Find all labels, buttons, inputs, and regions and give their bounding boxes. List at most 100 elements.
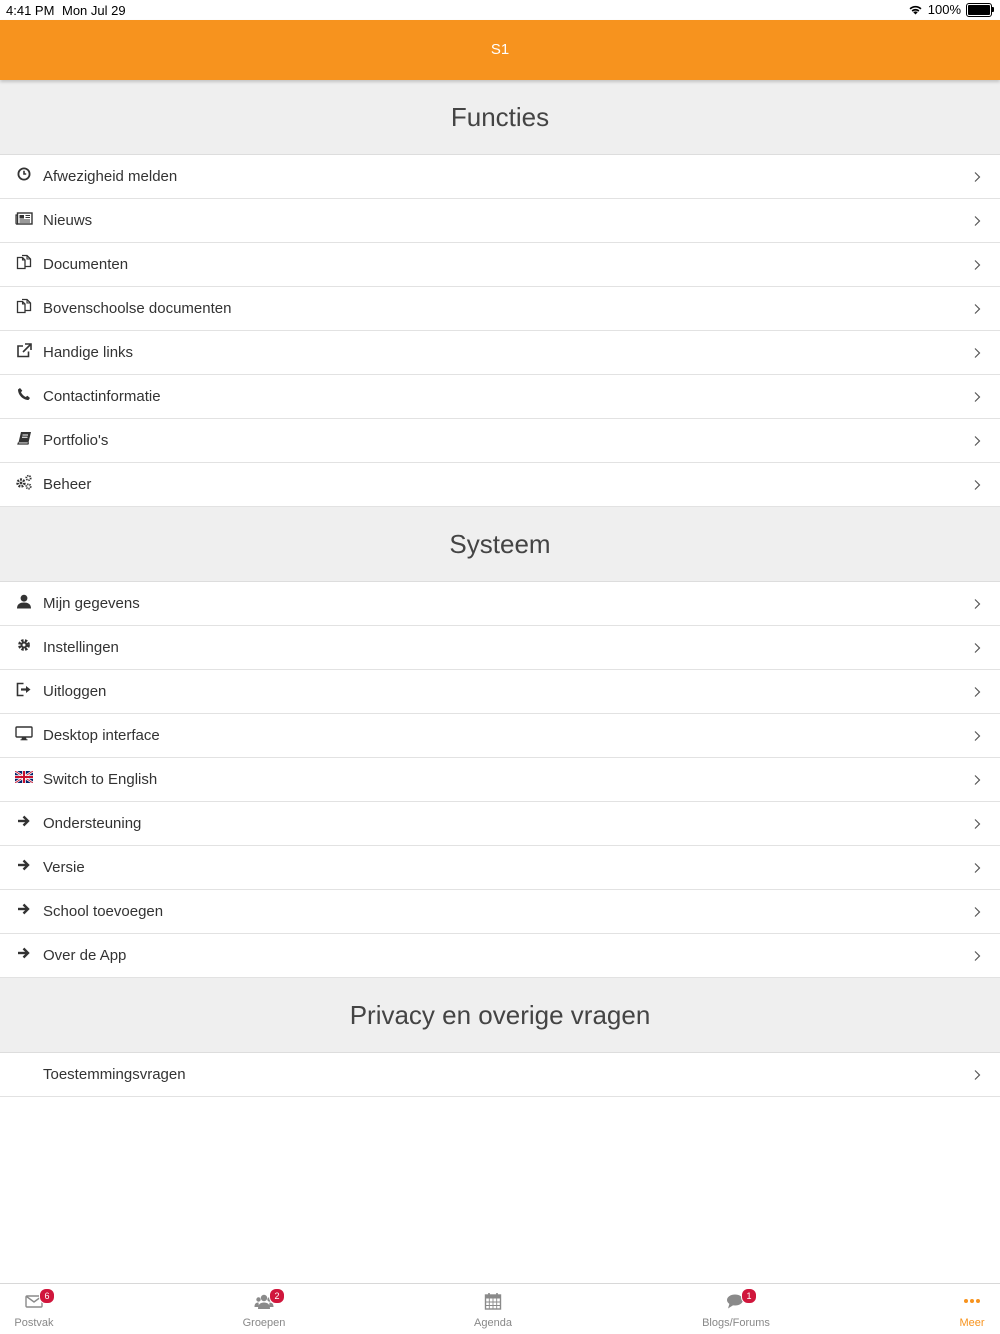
- tab-meer[interactable]: Meer: [922, 1284, 1000, 1334]
- book-icon: [15, 429, 33, 447]
- newspaper-icon: [15, 209, 33, 227]
- menu-item-versie[interactable]: Versie: [0, 846, 1000, 890]
- menu-item-nieuws[interactable]: Nieuws: [0, 199, 1000, 243]
- battery-icon: [966, 2, 994, 17]
- tab-badge: 2: [269, 1288, 285, 1304]
- chevron-right-icon: [972, 597, 982, 609]
- gears-icon: [15, 473, 33, 491]
- chevron-right-icon: [972, 773, 982, 785]
- chevron-right-icon: [972, 949, 982, 961]
- tab-postvak[interactable]: 6 Postvak: [0, 1284, 84, 1334]
- battery-percent: 100%: [927, 2, 961, 17]
- arrow-right-icon: [15, 812, 33, 830]
- menu-item-contactinformatie[interactable]: Contactinformatie: [0, 375, 1000, 419]
- arrow-right-icon: [15, 900, 33, 918]
- chevron-right-icon: [972, 478, 982, 490]
- menu-item-afwezigheid-melden[interactable]: Afwezigheid melden: [0, 155, 1000, 199]
- tab-label: Groepen: [242, 1317, 286, 1329]
- top-nav-bar: S1: [0, 20, 1000, 80]
- menu-item-label: Toestemmingsvragen: [43, 1066, 186, 1083]
- menu-item-ondersteuning[interactable]: Ondersteuning: [0, 802, 1000, 846]
- status-date: Mon Jul 29: [62, 3, 126, 18]
- tab-label: Agenda: [474, 1317, 512, 1329]
- gear-icon: [15, 636, 33, 654]
- menu-item-label: Uitloggen: [43, 683, 107, 700]
- menu-item-label: Portfolio's: [43, 432, 109, 449]
- tab-agenda[interactable]: Agenda: [443, 1284, 543, 1334]
- status-right: 100%: [908, 2, 994, 17]
- menu-item-label: Nieuws: [43, 212, 93, 229]
- menu-item-uitloggen[interactable]: Uitloggen: [0, 670, 1000, 714]
- chevron-right-icon: [972, 1068, 982, 1080]
- menu-item-label: School toevoegen: [43, 903, 164, 920]
- wifi-icon: [909, 5, 922, 15]
- chevron-right-icon: [972, 729, 982, 741]
- chevron-right-icon: [972, 817, 982, 829]
- more-icon: [962, 1292, 982, 1310]
- menu-item-label: Afwezigheid melden: [43, 168, 178, 185]
- uk-flag-icon: [15, 768, 33, 786]
- menu-item-label: Bovenschoolse documenten: [43, 300, 232, 317]
- tab-groepen[interactable]: 2 Groepen: [214, 1284, 314, 1334]
- menu-item-desktop-interface[interactable]: Desktop interface: [0, 714, 1000, 758]
- menu-item-label: Instellingen: [43, 639, 119, 656]
- chevron-right-icon: [972, 170, 982, 182]
- chevron-right-icon: [972, 685, 982, 697]
- chevron-right-icon: [972, 390, 982, 402]
- user-icon: [15, 592, 33, 610]
- arrow-right-icon: [15, 856, 33, 874]
- menu-item-instellingen[interactable]: Instellingen: [0, 626, 1000, 670]
- menu-list: Functies Afwezigheid melden Nieuws Document…: [0, 80, 1000, 1097]
- chevron-right-icon: [972, 861, 982, 873]
- menu-item-label: Versie: [43, 859, 85, 876]
- section-header-functies: Functies: [0, 80, 1000, 155]
- tab-badge: 1: [741, 1288, 757, 1304]
- section-header-privacy-en-overige-vragen: Privacy en overige vragen: [0, 978, 1000, 1053]
- menu-item-over-de-app[interactable]: Over de App: [0, 934, 1000, 978]
- chevron-right-icon: [972, 434, 982, 446]
- calendar-icon: [483, 1292, 503, 1310]
- tab-blogs-forums[interactable]: 1 Blogs/Forums: [686, 1284, 786, 1334]
- monitor-icon: [15, 724, 33, 742]
- menu-item-beheer[interactable]: Beheer: [0, 463, 1000, 507]
- menu-item-documenten[interactable]: Documenten: [0, 243, 1000, 287]
- bottom-tab-bar: 6 Postvak 2 Groepen Agenda 1 Blogs/Forums Meer: [0, 1283, 1000, 1334]
- documents-icon: [15, 297, 33, 315]
- tab-label: Blogs/Forums: [702, 1317, 770, 1329]
- menu-item-portfolio-s[interactable]: Portfolio's: [0, 419, 1000, 463]
- documents-icon: [15, 253, 33, 271]
- tab-label: Postvak: [14, 1317, 54, 1329]
- chevron-right-icon: [972, 258, 982, 270]
- status-time: 4:41 PM: [6, 3, 55, 18]
- logout-icon: [15, 680, 33, 698]
- chevron-right-icon: [972, 214, 982, 226]
- menu-item-school-toevoegen[interactable]: School toevoegen: [0, 890, 1000, 934]
- tab-label: Meer: [959, 1317, 985, 1329]
- menu-item-label: Desktop interface: [43, 727, 160, 744]
- menu-item-label: Over de App: [43, 947, 127, 964]
- page-title: S1: [490, 41, 510, 58]
- status-bar: 4:41 PM Mon Jul 29 100%: [0, 0, 1000, 20]
- menu-item-label: Mijn gegevens: [43, 595, 140, 612]
- menu-item-label: Beheer: [43, 476, 92, 493]
- phone-icon: [15, 385, 33, 403]
- chevron-right-icon: [972, 302, 982, 314]
- external-link-icon: [15, 341, 33, 359]
- menu-item-mijn-gegevens[interactable]: Mijn gegevens: [0, 582, 1000, 626]
- section-header-systeem: Systeem: [0, 507, 1000, 582]
- menu-item-switch-to-english[interactable]: Switch to English: [0, 758, 1000, 802]
- menu-item-handige-links[interactable]: Handige links: [0, 331, 1000, 375]
- menu-item-label: Switch to English: [43, 771, 158, 788]
- chevron-right-icon: [972, 346, 982, 358]
- menu-item-label: Contactinformatie: [43, 388, 161, 405]
- clock-icon: [15, 165, 33, 183]
- menu-item-bovenschoolse-documenten[interactable]: Bovenschoolse documenten: [0, 287, 1000, 331]
- menu-item-label: Handige links: [43, 344, 134, 361]
- menu-item-label: Ondersteuning: [43, 815, 142, 832]
- chevron-right-icon: [972, 641, 982, 653]
- tab-badge: 6: [39, 1288, 55, 1304]
- chevron-right-icon: [972, 905, 982, 917]
- menu-item-label: Documenten: [43, 256, 129, 273]
- menu-item-toestemmingsvragen[interactable]: Toestemmingsvragen: [0, 1053, 1000, 1097]
- arrow-right-icon: [15, 944, 33, 962]
